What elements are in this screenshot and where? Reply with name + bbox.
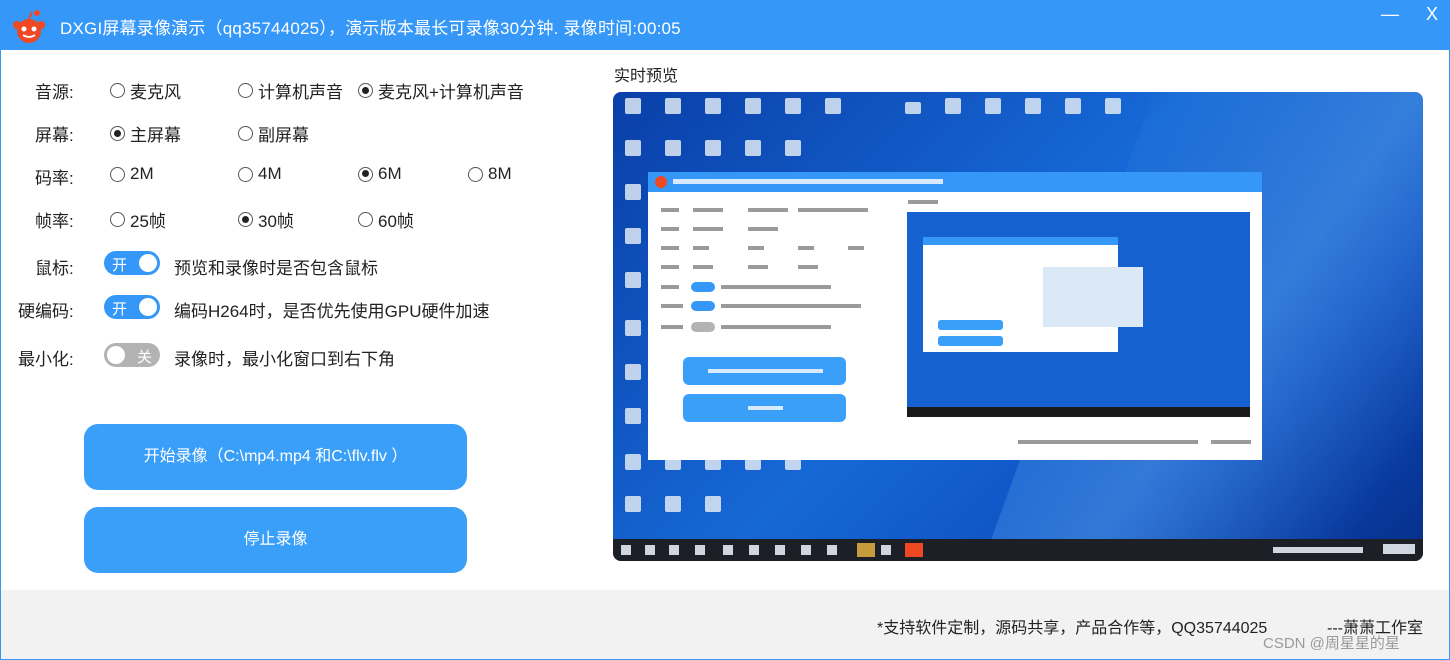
toggle-state-text: 关 (136, 349, 152, 366)
radio-indicator (110, 126, 125, 141)
radio-label: 计算机声音 (258, 83, 343, 102)
start-recording-button[interactable]: 开始录像（C:\mp4.mp4 和C:\flv.flv ） (84, 424, 467, 490)
live-preview-image (613, 92, 1423, 561)
radio-indicator (238, 83, 253, 98)
mouse-label: 鼠标: (35, 259, 74, 278)
radio-label: 麦克风 (130, 83, 181, 102)
bitrate-label: 码率: (35, 169, 74, 188)
screen-label: 屏幕: (35, 126, 74, 145)
radio-primary-screen[interactable]: 主屏幕 (110, 121, 181, 146)
reddit-alien-logo-icon (13, 10, 45, 43)
radio-label: 麦克风+计算机声音 (378, 83, 524, 102)
minimize-button[interactable]: — (1378, 4, 1402, 28)
radio-label: 30帧 (258, 212, 294, 231)
minimize-label: 最小化: (18, 350, 74, 369)
preview-title: 实时预览 (614, 68, 679, 85)
close-button[interactable]: X (1420, 4, 1444, 28)
framerate-label: 帧率: (35, 212, 74, 231)
radio-bitrate-2m[interactable]: 2M (110, 164, 154, 184)
radio-label: 2M (130, 164, 154, 183)
mouse-description: 预览和录像时是否包含鼠标 (174, 259, 378, 278)
radio-label: 4M (258, 164, 282, 183)
radio-indicator (358, 166, 373, 182)
radio-secondary-screen[interactable]: 副屏幕 (238, 121, 309, 146)
radio-indicator (110, 166, 125, 182)
toggle-state-text: 开 (112, 257, 128, 274)
radio-indicator (110, 83, 125, 98)
radio-label: 8M (488, 164, 512, 183)
radio-label: 主屏幕 (130, 126, 181, 145)
audio-source-label: 音源: (35, 83, 74, 102)
radio-indicator (468, 166, 483, 182)
hw-encode-label: 硬编码: (18, 302, 74, 321)
radio-indicator (110, 212, 125, 227)
radio-indicator (358, 83, 373, 98)
minimize-toggle[interactable]: 关 (104, 343, 160, 367)
toggle-knob (107, 346, 125, 364)
radio-bitrate-6m[interactable]: 6M (358, 164, 402, 184)
toggle-knob (139, 254, 157, 272)
radio-label: 6M (378, 164, 402, 183)
support-text: *支持软件定制，源码共享，产品合作等，QQ35744025 (877, 620, 1268, 637)
radio-label: 副屏幕 (258, 126, 309, 145)
title-bar: DXGI屏幕录像演示（qq35744025），演示版本最长可录像30分钟. 录像… (0, 0, 1450, 50)
toggle-state-text: 开 (112, 301, 128, 318)
radio-fps-25[interactable]: 25帧 (110, 207, 166, 232)
radio-label: 60帧 (378, 212, 414, 231)
stop-recording-button[interactable]: 停止录像 (84, 507, 467, 573)
radio-indicator (238, 166, 253, 182)
mouse-toggle[interactable]: 开 (104, 251, 160, 275)
radio-mic-and-computer-sound[interactable]: 麦克风+计算机声音 (358, 78, 524, 103)
window-title: DXGI屏幕录像演示（qq35744025），演示版本最长可录像30分钟. 录像… (60, 19, 681, 38)
radio-microphone[interactable]: 麦克风 (110, 78, 181, 103)
radio-label: 25帧 (130, 212, 166, 231)
csdn-watermark: CSDN @周星星的星 (1263, 635, 1400, 652)
radio-indicator (238, 126, 253, 141)
desktop-preview-svg (613, 98, 1423, 561)
hw-encode-description: 编码H264时，是否优先使用GPU硬件加速 (174, 302, 490, 321)
toggle-knob (139, 298, 157, 316)
radio-fps-30[interactable]: 30帧 (238, 207, 294, 232)
radio-fps-60[interactable]: 60帧 (358, 207, 414, 232)
radio-computer-sound[interactable]: 计算机声音 (238, 78, 343, 103)
radio-indicator (238, 212, 253, 227)
minimize-description: 录像时，最小化窗口到右下角 (174, 350, 395, 369)
footer: *支持软件定制，源码共享，产品合作等，QQ35744025 ---萧萧工作室 C… (1, 590, 1449, 659)
radio-bitrate-8m[interactable]: 8M (468, 164, 512, 184)
hw-encode-toggle[interactable]: 开 (104, 295, 160, 319)
radio-indicator (358, 212, 373, 227)
radio-bitrate-4m[interactable]: 4M (238, 164, 282, 184)
